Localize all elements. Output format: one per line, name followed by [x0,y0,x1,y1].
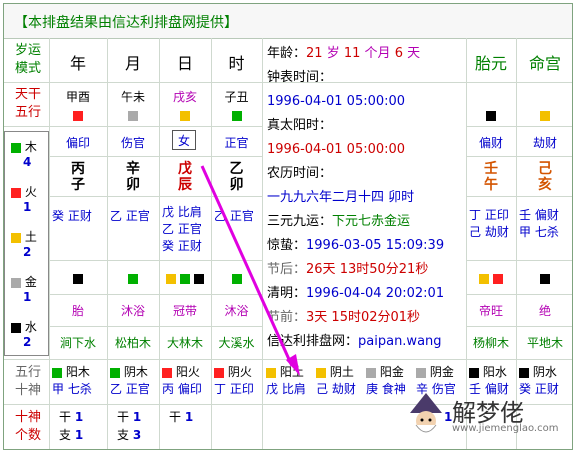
minggong-element-icon [540,110,550,121]
day-cangan: 戊 比肩乙 正官癸 正财 [162,205,202,253]
minggong-shishen: 劫财 [532,136,557,150]
taiyuan-cangan: 丁 正印己 劫财 [469,208,509,239]
year-pillar: 丙子 [71,161,85,193]
month-pillar: 辛卯 [126,161,140,193]
month-gz: 午未 [120,90,145,104]
pillar-hour-header: 时 [228,54,245,73]
day-nayin: 大林木 [166,336,203,350]
day-element-icon [180,110,190,121]
hour-pillar: 乙卯 [229,161,244,193]
wuxing-earth: 土2 [11,228,37,259]
ws-yin-fire: 阴火丁 正印 [214,365,254,396]
ws-yang-wood: 阳木甲 七杀 [52,365,92,396]
chart-title: 【本排盘结果由信达利排盘网提供】 [14,15,238,31]
pillar-day-header: 日 [176,54,193,73]
minggong-cangan: 壬 偏财甲 七杀 [519,208,559,239]
wuxing-water: 水2 [11,318,37,349]
hour-cangan: 乙 正官 [214,209,254,223]
count-yang-fire: 干 1 [169,410,194,424]
wuxing-count-box: 木4 火1 土2 金1 水2 [4,131,49,356]
taiyuan-header: 胎元 [474,54,507,73]
year-gz: 甲酉 [65,90,90,104]
month-element-icon [128,110,138,121]
hour-shishen: 正官 [224,136,249,150]
wuxing-fire: 火1 [11,183,37,214]
wuxing-shishen-label: 五行十神 [14,365,41,398]
mode-label: 岁运模式 [14,43,41,76]
year-cangan: 癸 正财 [52,209,92,223]
day-gender-box: 女 [172,130,196,150]
year-branch-element-icon [73,273,83,284]
pillar-month-header: 月 [124,54,141,73]
minggong-header: 命宫 [528,54,561,73]
wuxing-metal: 金1 [11,273,37,304]
hour-branch-element-icon [231,273,242,284]
minggong-gz: 己亥 [538,161,552,193]
year-element-icon [73,110,83,121]
metal-square-icon [11,277,21,288]
year-nayin: 涧下水 [59,336,96,350]
pillar-year-header: 年 [69,54,86,73]
shishen-count-label: 十神个数 [14,410,41,443]
minggong-changsheng: 绝 [538,304,551,318]
taiyuan-gz: 壬午 [484,161,498,193]
day-pillar: 戊辰 [178,161,192,193]
chart-header: 【本排盘结果由信达利排盘网提供】 [4,4,572,39]
day-gz: 戌亥 [172,90,197,104]
month-nayin: 松柏木 [114,336,151,350]
bazi-chart-panel: 【本排盘结果由信达利排盘网提供】 岁运模式 天干五行 木4 火1 土2 金1 水… [3,3,573,450]
hour-gz: 子丑 [224,90,249,104]
month-branch-element-icon [128,273,138,284]
year-changsheng: 胎 [71,304,84,318]
info-panel: 年龄：21 岁 11 个月 6 天 钟表时间： 1996-04-01 05:00… [267,46,445,349]
hour-nayin: 大溪水 [218,336,255,350]
watermark-url: www.jiemenglao.com [452,423,559,434]
wuxing-wood: 木4 [11,138,37,169]
day-changsheng: 冠带 [172,304,197,318]
minggong-nayin: 平地木 [526,336,563,350]
ws-yang-earth: 阳土戊 比肩 [266,365,306,396]
hour-element-icon [231,110,242,121]
fire-square-icon [11,187,21,198]
taiyuan-changsheng: 帝旺 [478,304,503,318]
count-yang-wood: 干 1支 1 [59,410,84,442]
wizard-logo-icon [410,393,442,433]
year-shishen: 偏印 [65,136,90,150]
hour-changsheng: 沐浴 [224,304,249,318]
earth-square-icon [11,232,21,243]
taiyuan-element-icon [486,110,496,121]
ws-yang-fire: 阳火丙 偏印 [162,365,202,396]
month-shishen: 伤官 [120,136,145,150]
ws-yin-wood: 阴木乙 正官 [110,365,150,396]
count-yin-wood: 干 1支 3 [117,410,142,442]
site-watermark: 解梦佬 www.jiemenglao.com [404,391,564,443]
ws-yin-earth: 阴土己 劫财 [316,365,356,396]
tiangan-wuxing-label: 天干五行 [14,87,41,120]
water-square-icon [11,322,21,333]
taiyuan-nayin: 杨柳木 [472,336,509,350]
month-changsheng: 沐浴 [120,304,145,318]
month-cangan: 乙 正官 [110,209,150,223]
minggong-branch-element-icon [540,273,550,284]
wood-square-icon [11,142,21,153]
taiyuan-shishen: 偏财 [478,136,503,150]
